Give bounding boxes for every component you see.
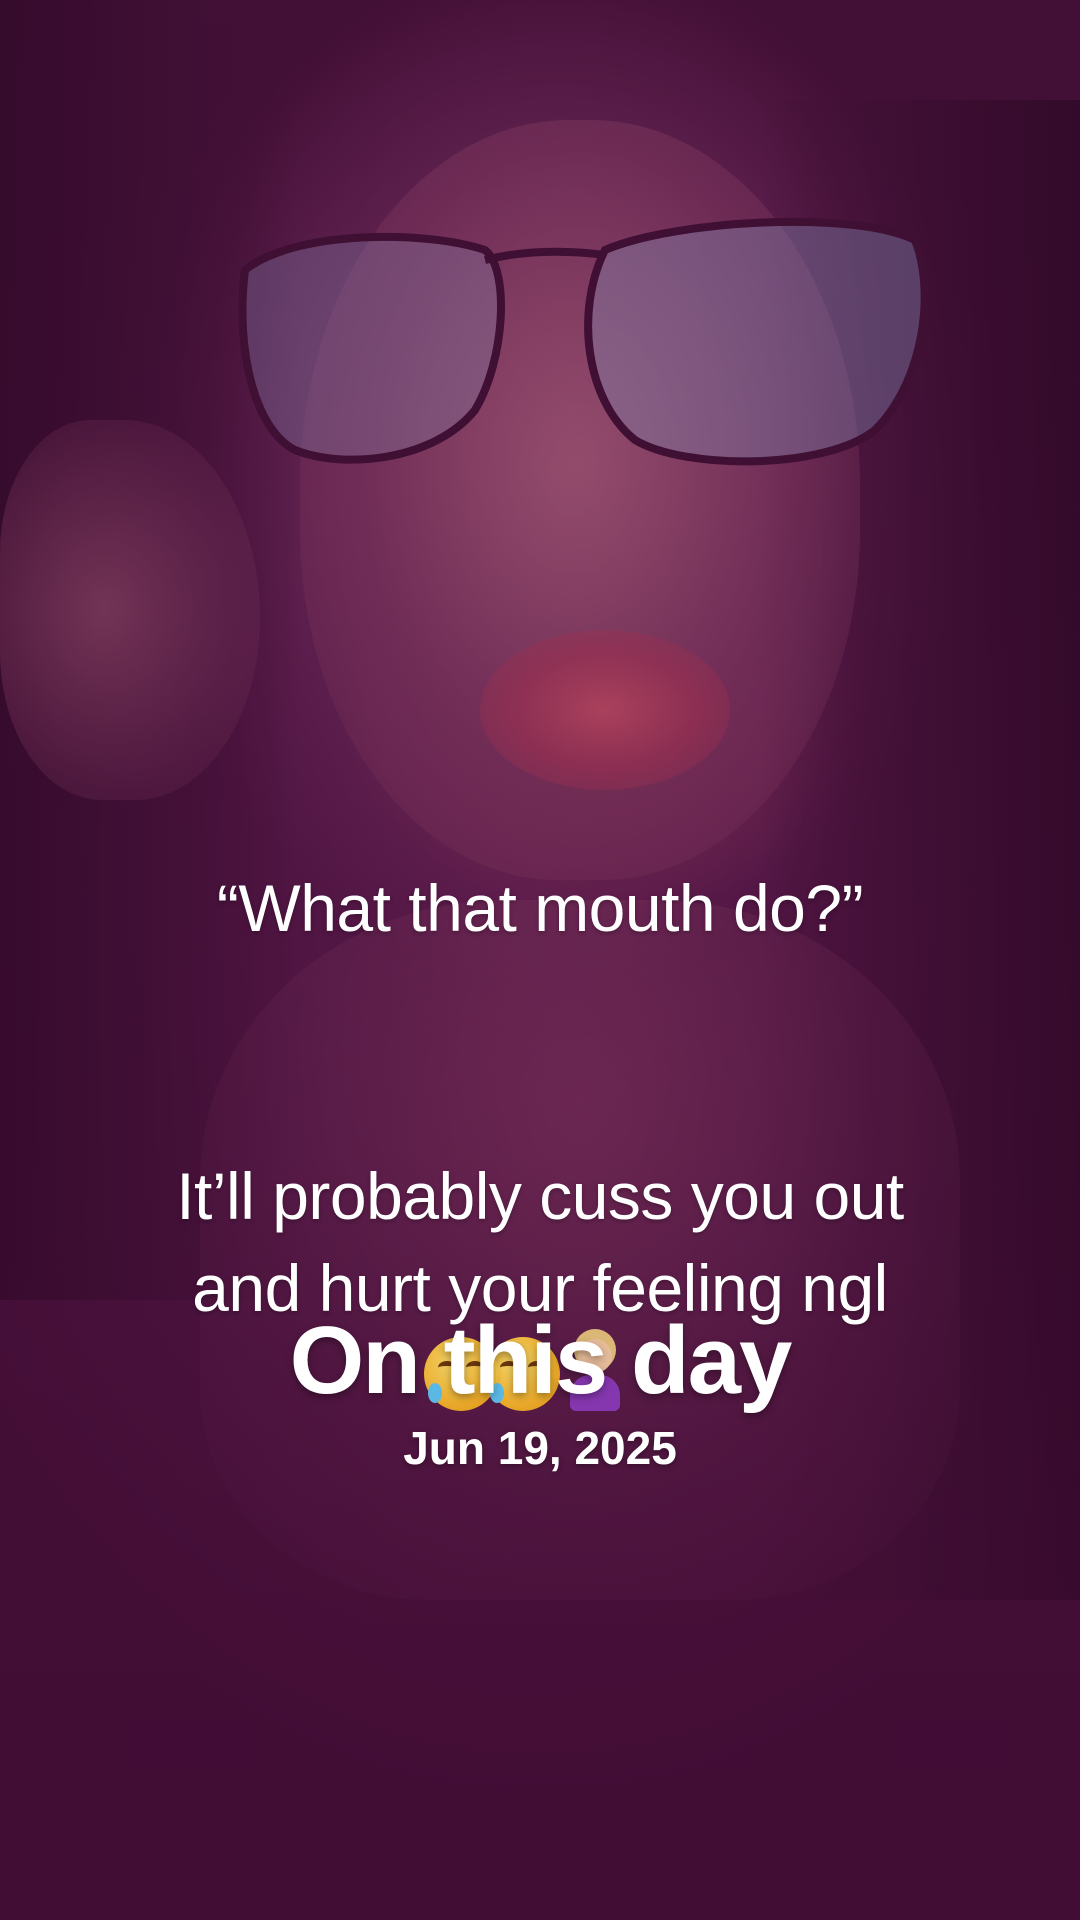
photo-subject-hand (0, 420, 260, 800)
memory-date: Jun 19, 2025 (403, 1422, 677, 1474)
caption-reply-line: It’ll probably cuss you out (176, 1159, 904, 1233)
photo-subject-glasses (238, 217, 929, 466)
photo-subject-face (300, 120, 860, 880)
photo-subject-mouth (480, 630, 730, 790)
memory-title: On this day (289, 1307, 793, 1414)
photo-tint-overlay (0, 0, 1080, 1920)
photo-background (0, 0, 300, 1300)
caption-quote: “What that mouth do?” (216, 871, 864, 945)
video-frame[interactable]: “What that mouth do?” It’ll probably cus… (0, 0, 1080, 1920)
